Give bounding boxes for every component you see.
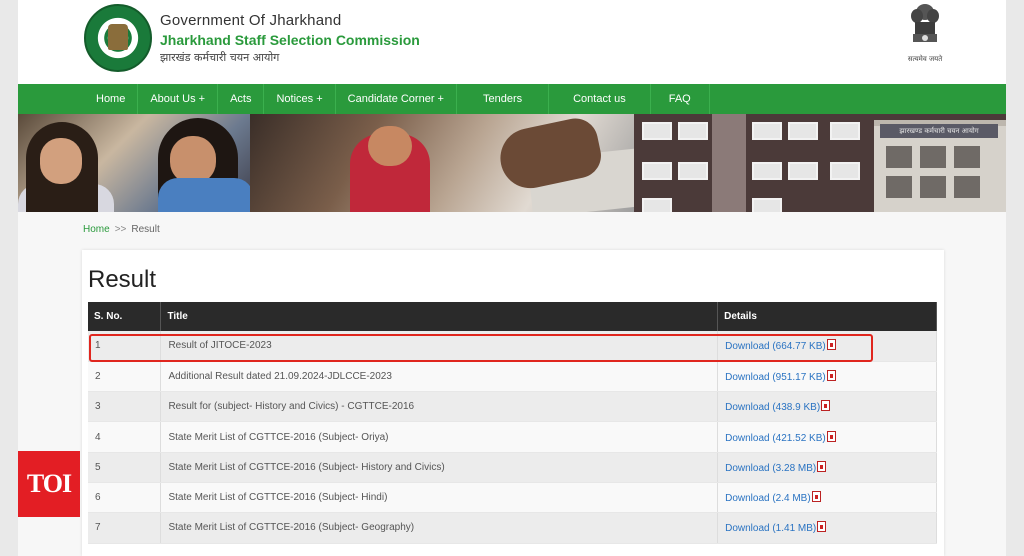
breadcrumb: Home >> Result — [83, 224, 160, 235]
page: Government Of Jharkhand Jharkhand Staff … — [18, 0, 1006, 556]
emblem-motto: सत्यमेव जयते — [907, 55, 943, 63]
row-sno: 7 — [88, 512, 162, 544]
download-link[interactable]: Download (438.9 KB) — [725, 402, 820, 413]
banner-photo-students — [18, 114, 254, 212]
download-link[interactable]: Download (951.17 KB) — [725, 372, 826, 383]
pdf-file-icon[interactable] — [826, 430, 836, 442]
column-header-details: Details — [717, 302, 937, 331]
row-title: State Merit List of CGTTCE-2016 (Subject… — [160, 421, 719, 453]
table-row: 4 State Merit List of CGTTCE-2016 (Subje… — [88, 421, 937, 453]
nav-acts[interactable]: Acts — [218, 84, 265, 114]
nav-notices[interactable]: Notices + — [264, 84, 336, 114]
pdf-file-icon[interactable] — [811, 491, 821, 503]
toi-watermark-logo: TOI — [18, 451, 80, 517]
row-details: Download (421.52 KB) — [717, 421, 937, 453]
org-hindi-name: झारखंड कर्मचारी चयन आयोग — [160, 51, 280, 64]
download-link[interactable]: Download (664.77 KB) — [725, 341, 826, 352]
nav-home[interactable]: Home — [84, 84, 139, 114]
column-header-title: Title — [160, 302, 719, 331]
row-sno: 3 — [88, 391, 162, 423]
nav-faq[interactable]: FAQ — [651, 84, 710, 114]
nav-tenders[interactable]: Tenders — [457, 84, 550, 114]
row-details: Download (664.77 KB) — [717, 331, 937, 362]
org-government-name: Government Of Jharkhand — [160, 12, 342, 29]
row-title: State Merit List of CGTTCE-2016 (Subject… — [160, 512, 719, 544]
nav-about-us[interactable]: About Us + — [138, 84, 219, 114]
page-title: Result — [88, 266, 157, 293]
building-sign: झारखण्ड कर्मचारी चयन आयोग — [880, 124, 998, 138]
main-nav: Home About Us + Acts Notices + Candidate… — [18, 84, 1006, 114]
table-row: 5 State Merit List of CGTTCE-2016 (Subje… — [88, 452, 937, 483]
national-emblem: सत्यमेव जयते — [902, 2, 948, 68]
pdf-file-icon[interactable] — [821, 400, 831, 412]
column-header-sno: S. No. — [88, 302, 162, 331]
row-title: State Merit List of CGTTCE-2016 (Subject… — [160, 452, 719, 483]
breadcrumb-current: Result — [131, 224, 160, 235]
pdf-file-icon[interactable] — [817, 460, 827, 472]
pdf-file-icon[interactable] — [826, 339, 836, 351]
row-sno: 2 — [88, 361, 162, 393]
site-header: Government Of Jharkhand Jharkhand Staff … — [18, 0, 1006, 84]
table-row: 7 State Merit List of CGTTCE-2016 (Subje… — [88, 512, 937, 544]
download-link[interactable]: Download (2.4 MB) — [725, 493, 811, 504]
row-sno: 6 — [88, 482, 162, 514]
nav-contact-us[interactable]: Contact us — [549, 84, 651, 114]
nav-candidate-corner[interactable]: Candidate Corner + — [336, 84, 457, 114]
table-row: 1 Result of JITOCE-2023 Download (664.77… — [88, 331, 937, 362]
table-row: 2 Additional Result dated 21.09.2024-JDL… — [88, 361, 937, 393]
download-link[interactable]: Download (3.28 MB) — [725, 463, 816, 474]
row-title: Additional Result dated 21.09.2024-JDLCC… — [160, 361, 719, 393]
org-commission-name: Jharkhand Staff Selection Commission — [160, 32, 420, 48]
result-card: Result S. No. Title Details 1 Result of … — [82, 250, 944, 556]
row-title: State Merit List of CGTTCE-2016 (Subject… — [160, 482, 719, 514]
pdf-file-icon[interactable] — [826, 369, 836, 381]
table-row: 6 State Merit List of CGTTCE-2016 (Subje… — [88, 482, 937, 514]
pdf-file-icon[interactable] — [817, 521, 827, 533]
banner-photo-building: झारखण्ड कर्मचारी चयन आयोग — [634, 114, 1006, 212]
row-details: Download (3.28 MB) — [717, 452, 937, 483]
download-link[interactable]: Download (421.52 KB) — [725, 433, 826, 444]
row-details: Download (1.41 MB) — [717, 512, 937, 544]
download-link[interactable]: Download (1.41 MB) — [725, 523, 816, 534]
row-details: Download (951.17 KB) — [717, 361, 937, 393]
table-row: 3 Result for (subject- History and Civic… — [88, 391, 937, 423]
ashoka-emblem-icon — [911, 4, 939, 42]
row-title: Result for (subject- History and Civics)… — [160, 391, 719, 423]
banner-photo-exam — [250, 114, 643, 212]
row-sno: 1 — [88, 331, 162, 362]
jssc-logo[interactable] — [84, 4, 152, 72]
breadcrumb-separator: >> — [114, 224, 127, 235]
table-header-row: S. No. Title Details — [88, 302, 937, 331]
row-title: Result of JITOCE-2023 — [160, 331, 719, 362]
org-title-block: Government Of Jharkhand Jharkhand Staff … — [160, 12, 420, 65]
row-sno: 4 — [88, 421, 162, 453]
row-details: Download (438.9 KB) — [717, 391, 937, 423]
row-sno: 5 — [88, 452, 162, 483]
hero-banner: झारखण्ड कर्मचारी चयन आयोग — [18, 114, 1006, 212]
row-details: Download (2.4 MB) — [717, 482, 937, 514]
breadcrumb-home-link[interactable]: Home — [83, 224, 110, 235]
result-table: S. No. Title Details 1 Result of JITOCE-… — [88, 302, 937, 544]
